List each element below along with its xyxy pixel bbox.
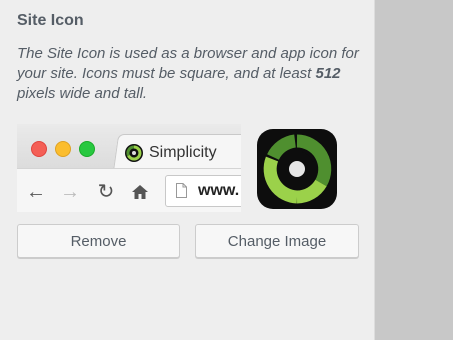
right-gray-area: [375, 0, 453, 340]
url-text: www.: [198, 182, 240, 199]
close-dot-icon: [31, 141, 47, 157]
browser-tab-content: Simplicity: [125, 142, 217, 164]
forward-arrow-icon: →: [60, 181, 80, 203]
back-arrow-icon: ←: [26, 181, 46, 203]
section-title: Site Icon: [17, 12, 84, 29]
description-min-size: 512: [315, 65, 341, 82]
maximize-dot-icon: [79, 141, 95, 157]
browser-titlebar: Simplicity: [17, 124, 241, 171]
remove-button[interactable]: Remove: [17, 224, 180, 258]
site-icon-panel: Site Icon The Site Icon is used as a bro…: [0, 0, 375, 340]
minimize-dot-icon: [55, 141, 71, 157]
page-icon: [176, 183, 187, 198]
site-favicon-icon: [125, 144, 143, 162]
change-image-button[interactable]: Change Image: [195, 224, 359, 258]
app-icon-preview: [257, 129, 337, 209]
home-icon: [129, 181, 151, 203]
browser-preview: Simplicity ← → ↻ www.: [17, 124, 241, 212]
reload-icon: ↻: [97, 181, 115, 203]
site-logo-icon: [263, 134, 332, 204]
description-text-end: pixels wide and tall.: [17, 85, 148, 102]
address-bar: www.: [165, 175, 241, 207]
description-text: The Site Icon is used as a browser and a…: [17, 45, 359, 82]
tab-label: Simplicity: [149, 144, 217, 161]
browser-toolbar: ← → ↻ www.: [17, 168, 241, 212]
section-description: The Site Icon is used as a browser and a…: [17, 44, 367, 104]
